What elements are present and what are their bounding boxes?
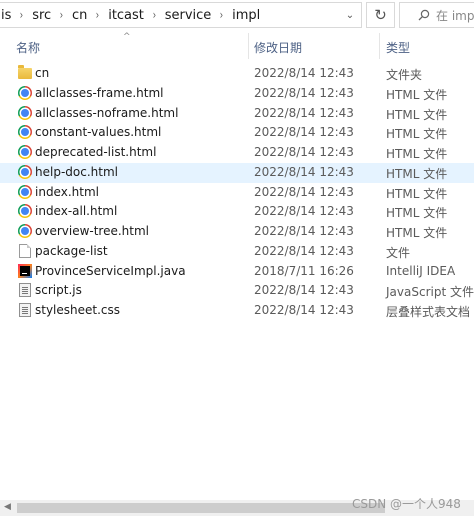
watermark: CSDN @一个人948 — [352, 497, 461, 511]
column-divider[interactable] — [248, 33, 249, 59]
column-divider[interactable] — [379, 33, 380, 59]
column-header-name[interactable]: 名称 — [16, 39, 40, 56]
file-type: HTML 文件 — [386, 107, 448, 122]
breadcrumb-separator-icon[interactable]: › — [149, 8, 159, 22]
column-header-date[interactable]: 修改日期 — [254, 39, 302, 56]
column-headers: 名称 修改日期 类型 — [0, 31, 474, 59]
file-row-stylesheet-css[interactable]: stylesheet.css 2022/8/14 12:43 层叠样式表文档 — [0, 301, 474, 321]
chrome-icon — [18, 164, 32, 179]
breadcrumb-separator-icon[interactable]: › — [93, 8, 103, 22]
file-name: overview-tree.html — [35, 224, 150, 238]
file-name: allclasses-noframe.html — [35, 105, 179, 120]
document-icon — [19, 243, 31, 258]
chrome-icon — [18, 125, 32, 140]
file-date: 2022/8/14 12:43 — [254, 145, 354, 159]
search-placeholder: 在 impl — [436, 8, 474, 23]
chrome-icon — [18, 224, 32, 238]
refresh-icon: ↻ — [374, 6, 387, 24]
file-type: HTML 文件 — [386, 127, 448, 142]
file-name: ProvinceServiceImpl.java — [35, 263, 186, 278]
folder-icon — [18, 65, 32, 79]
column-header-type[interactable]: 类型 — [386, 39, 410, 56]
breadcrumb-impl[interactable]: impl — [229, 8, 263, 23]
file-row-constant-values[interactable]: constant-values.html 2022/8/14 12:43 HTML … — [0, 123, 474, 143]
file-date: 2022/8/14 12:43 — [254, 243, 354, 258]
scrollbar-thumb[interactable] — [17, 503, 385, 513]
file-date: 2022/8/14 12:43 — [254, 184, 354, 199]
breadcrumb-src[interactable]: src — [29, 8, 54, 23]
file-date: 2022/8/14 12:43 — [254, 85, 354, 100]
file-name: allclasses-frame.html — [35, 85, 164, 100]
breadcrumb-separator-icon[interactable]: › — [17, 8, 27, 22]
sort-ascending-icon: ^ — [123, 32, 131, 42]
file-row-deprecated-list[interactable]: deprecated-list.html 2022/8/14 12:43 HTML … — [0, 143, 474, 163]
file-name: constant-values.html — [35, 125, 162, 140]
file-row-province-service-impl[interactable]: ProvinceServiceImpl.java 2018/7/11 16:26 I… — [0, 262, 474, 282]
file-name: deprecated-list.html — [35, 145, 157, 159]
file-type: JavaScript 文件 — [386, 285, 474, 300]
breadcrumb-separator-icon[interactable]: › — [56, 8, 66, 22]
chrome-icon — [18, 204, 32, 219]
file-name: stylesheet.css — [35, 303, 121, 317]
file-name: script.js — [35, 283, 82, 298]
chrome-icon — [18, 145, 32, 159]
file-date: 2022/8/14 12:43 — [254, 164, 354, 179]
javascript-file-icon — [19, 283, 31, 298]
search-input[interactable]: 在 impl — [399, 2, 474, 28]
file-row-overview-tree[interactable]: overview-tree.html 2022/8/14 12:43 HTML 文件 — [0, 222, 474, 242]
file-date: 2022/8/14 12:43 — [254, 204, 354, 219]
address-bar[interactable]: is › src › cn › itcast › service › impl … — [0, 2, 362, 28]
breadcrumb-separator-icon[interactable]: › — [217, 8, 227, 22]
file-row-script-js[interactable]: script.js 2022/8/14 12:43 JavaScript 文件 — [0, 281, 474, 301]
file-row-index[interactable]: index.html 2022/8/14 12:43 HTML 文件 — [0, 183, 474, 203]
file-list: cn 2022/8/14 12:43 文件夹 allclasses-frame.ht… — [0, 64, 474, 321]
file-type: 文件夹 — [386, 68, 423, 82]
refresh-button[interactable]: ↻ — [366, 2, 395, 28]
file-date: 2022/8/14 12:43 — [254, 125, 354, 140]
breadcrumb-cn[interactable]: cn — [69, 8, 90, 23]
intellij-icon — [18, 263, 32, 278]
file-type: HTML 文件 — [386, 206, 448, 221]
file-type: HTML 文件 — [386, 226, 448, 240]
file-type: HTML 文件 — [386, 166, 448, 181]
file-date: 2022/8/14 12:43 — [254, 105, 354, 120]
file-name: index.html — [35, 184, 99, 199]
file-type: 文件 — [386, 245, 411, 260]
file-name: package-list — [35, 243, 108, 258]
file-row-help-doc[interactable]: help-doc.html 2022/8/14 12:43 HTML 文件 — [0, 162, 474, 183]
file-type: HTML 文件 — [386, 186, 448, 201]
file-date: 2022/8/14 12:43 — [254, 224, 354, 238]
file-row-allclasses-noframe[interactable]: allclasses-noframe.html 2022/8/14 12:43 HT… — [0, 104, 474, 124]
scroll-left-icon[interactable]: ◀ — [4, 502, 11, 512]
file-name: help-doc.html — [35, 164, 118, 179]
file-type: 层叠样式表文档 — [386, 305, 471, 319]
file-row-package-list[interactable]: package-list 2022/8/14 12:43 文件 — [0, 242, 474, 262]
file-type: IntelliJ IDEA — [386, 263, 456, 278]
file-type: HTML 文件 — [386, 147, 448, 161]
chrome-icon — [18, 184, 32, 199]
navigation-bar: is › src › cn › itcast › service › impl … — [0, 0, 474, 31]
breadcrumb-service[interactable]: service — [162, 8, 215, 23]
chevron-down-icon[interactable]: ⌄ — [339, 3, 361, 27]
css-file-icon — [19, 303, 31, 317]
breadcrumb-itcast[interactable]: itcast — [105, 8, 147, 23]
file-row-cn[interactable]: cn 2022/8/14 12:43 文件夹 — [0, 64, 474, 84]
search-icon — [418, 9, 430, 21]
file-date: 2022/8/14 12:43 — [254, 283, 354, 298]
chrome-icon — [18, 105, 32, 120]
file-date: 2018/7/11 16:26 — [254, 263, 354, 278]
file-row-allclasses-frame[interactable]: allclasses-frame.html 2022/8/14 12:43 HTML… — [0, 84, 474, 104]
chrome-icon — [18, 85, 32, 100]
file-date: 2022/8/14 12:43 — [254, 66, 354, 80]
file-date: 2022/8/14 12:43 — [254, 303, 354, 317]
breadcrumb-is[interactable]: is — [0, 8, 14, 23]
file-type: HTML 文件 — [386, 87, 448, 102]
file-name: cn — [35, 66, 50, 80]
file-name: index-all.html — [35, 204, 118, 219]
file-row-index-all[interactable]: index-all.html 2022/8/14 12:43 HTML 文件 — [0, 202, 474, 222]
